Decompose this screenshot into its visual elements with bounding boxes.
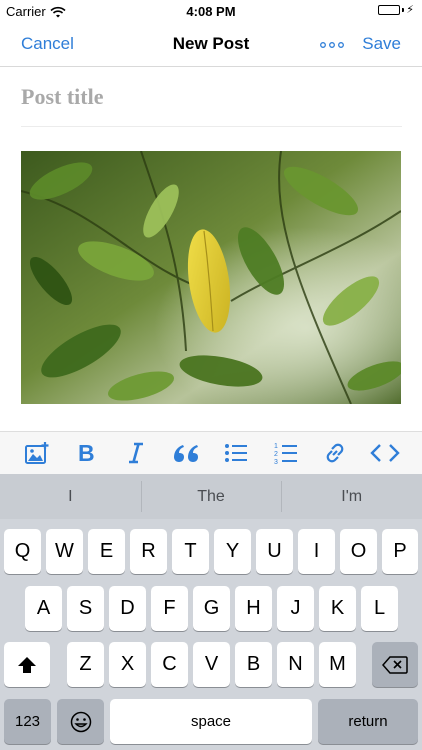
insert-media-icon[interactable] xyxy=(19,435,55,471)
space-key[interactable]: space xyxy=(110,699,312,744)
key-c[interactable]: C xyxy=(151,642,188,687)
save-button[interactable]: Save xyxy=(362,34,401,54)
post-image[interactable] xyxy=(21,151,401,404)
html-code-icon[interactable] xyxy=(367,435,403,471)
suggestion-3[interactable]: I'm xyxy=(281,474,422,519)
key-j[interactable]: J xyxy=(277,586,314,631)
bold-icon[interactable]: B xyxy=(69,435,105,471)
svg-text:1: 1 xyxy=(274,443,278,450)
key-k[interactable]: K xyxy=(319,586,356,631)
status-bar: Carrier 4:08 PM ⚡ xyxy=(0,0,422,22)
key-z[interactable]: Z xyxy=(67,642,104,687)
title-divider xyxy=(21,126,402,127)
suggestion-2[interactable]: The xyxy=(140,474,282,519)
svg-text:B: B xyxy=(78,442,95,464)
key-i[interactable]: I xyxy=(298,529,335,574)
key-h[interactable]: H xyxy=(235,586,272,631)
return-key[interactable]: return xyxy=(318,699,418,744)
suggestion-bar: I The I'm xyxy=(0,474,422,519)
format-toolbar: B 1 2 3 xyxy=(0,431,422,474)
suggestion-1[interactable]: I xyxy=(0,474,141,519)
italic-icon[interactable] xyxy=(118,435,154,471)
numbers-key[interactable]: 123 xyxy=(4,699,51,744)
svg-text:3: 3 xyxy=(274,459,278,465)
key-g[interactable]: G xyxy=(193,586,230,631)
key-r[interactable]: R xyxy=(130,529,167,574)
page-title: New Post xyxy=(172,34,250,53)
ordered-list-icon[interactable]: 1 2 3 xyxy=(268,435,304,471)
svg-text:2: 2 xyxy=(274,451,278,458)
key-p[interactable]: P xyxy=(382,529,418,574)
key-u[interactable]: U xyxy=(256,529,293,574)
battery-icon: ⚡ xyxy=(378,4,414,16)
key-o[interactable]: O xyxy=(340,529,377,574)
navigation-bar: Cancel New Post Save xyxy=(0,22,422,67)
delete-key[interactable] xyxy=(372,642,418,687)
shift-arrow-icon xyxy=(18,656,36,673)
key-f[interactable]: F xyxy=(151,586,188,631)
key-y[interactable]: Y xyxy=(214,529,251,574)
key-v[interactable]: V xyxy=(193,642,230,687)
key-l[interactable]: L xyxy=(361,586,398,631)
emoji-key[interactable] xyxy=(57,699,104,744)
link-icon[interactable] xyxy=(317,435,353,471)
shift-key[interactable] xyxy=(4,642,50,687)
key-b[interactable]: B xyxy=(235,642,272,687)
key-m[interactable]: M xyxy=(319,642,356,687)
more-dots-icon[interactable] xyxy=(320,36,344,54)
blockquote-icon[interactable] xyxy=(168,435,204,471)
emoji-icon xyxy=(70,711,91,732)
key-a[interactable]: A xyxy=(25,586,62,631)
key-n[interactable]: N xyxy=(277,642,314,687)
key-w[interactable]: W xyxy=(46,529,83,574)
key-d[interactable]: D xyxy=(109,586,146,631)
keyboard: I The I'm Q W E R T Y U I O P A S D F G … xyxy=(0,474,422,750)
post-title-input[interactable]: Post title xyxy=(21,84,103,110)
key-x[interactable]: X xyxy=(109,642,146,687)
key-s[interactable]: S xyxy=(67,586,104,631)
unordered-list-icon[interactable] xyxy=(218,435,254,471)
key-q[interactable]: Q xyxy=(4,529,41,574)
backspace-icon xyxy=(382,655,408,674)
status-time: 4:08 PM xyxy=(186,4,236,19)
key-e[interactable]: E xyxy=(88,529,125,574)
key-t[interactable]: T xyxy=(172,529,209,574)
charging-bolt-icon: ⚡ xyxy=(406,4,414,16)
